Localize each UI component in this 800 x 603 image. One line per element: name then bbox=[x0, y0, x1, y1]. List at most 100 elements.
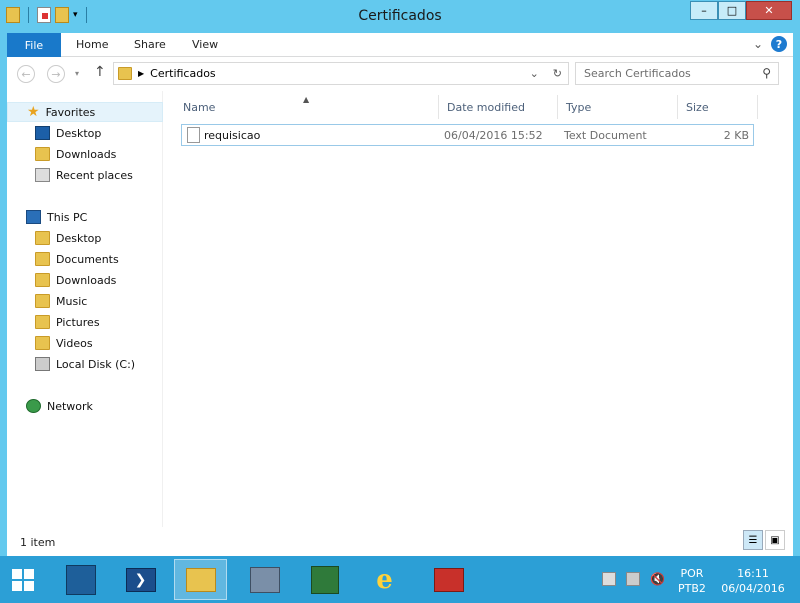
expand-ribbon-icon[interactable]: ⌄ bbox=[753, 37, 763, 51]
refresh-icon[interactable]: ↻ bbox=[553, 67, 562, 80]
sidebar-item-this-pc[interactable]: This PC bbox=[7, 207, 163, 227]
search-input[interactable]: Search Certificados ⚲ bbox=[575, 62, 779, 85]
sidebar-item-label: Favorites bbox=[45, 105, 96, 119]
tab-view[interactable]: View bbox=[192, 38, 218, 51]
search-placeholder: Search Certificados bbox=[584, 67, 691, 80]
sidebar-item-label: Documents bbox=[56, 252, 119, 266]
disk-drive-icon bbox=[35, 357, 50, 371]
large-icons-view-button[interactable]: ▣ bbox=[765, 530, 785, 550]
sidebar-item-desktop[interactable]: Desktop bbox=[7, 123, 163, 143]
desktop-folder-icon bbox=[35, 231, 50, 245]
file-date: 06/04/2016 15:52 bbox=[444, 129, 543, 142]
recent-locations-icon[interactable]: ▾ bbox=[75, 69, 79, 78]
start-button[interactable] bbox=[0, 559, 46, 600]
remote-desktop-button[interactable] bbox=[238, 559, 291, 600]
forward-arrow-icon: → bbox=[51, 67, 61, 81]
server-manager-button[interactable] bbox=[54, 559, 107, 600]
file-type: Text Document bbox=[564, 129, 647, 142]
file-row[interactable]: requisicao 06/04/2016 15:52 Text Documen… bbox=[181, 124, 754, 146]
taskbar: ❯ e 🔇 POR PTB2 16:11 06/04/2016 bbox=[0, 556, 800, 603]
tab-home[interactable]: Home bbox=[76, 38, 108, 51]
tab-share[interactable]: Share bbox=[134, 38, 166, 51]
tab-file[interactable]: File bbox=[7, 33, 61, 57]
sidebar-item-label: Local Disk (C:) bbox=[56, 357, 136, 371]
sidebar-item-documents[interactable]: Documents bbox=[7, 249, 163, 269]
column-date-modified[interactable]: Date modified bbox=[439, 95, 558, 119]
sidebar-item-label: Downloads bbox=[56, 273, 117, 287]
network-policy-icon bbox=[310, 565, 339, 594]
close-button[interactable]: ✕ bbox=[746, 1, 792, 20]
column-type[interactable]: Type bbox=[558, 95, 678, 119]
sidebar-item-label: Desktop bbox=[56, 126, 102, 140]
sidebar-item-label: Recent places bbox=[56, 168, 133, 182]
clock-date: 06/04/2016 bbox=[721, 582, 785, 595]
sidebar-item-favorites[interactable]: ★ Favorites bbox=[7, 102, 163, 122]
network-status-icon[interactable] bbox=[626, 572, 640, 586]
sidebar-item-label: Desktop bbox=[56, 231, 102, 245]
powershell-icon: ❯ bbox=[125, 567, 156, 592]
remote-desktop-icon bbox=[249, 566, 280, 593]
title-bar[interactable]: ▾ Certificados – □ ✕ bbox=[0, 0, 800, 33]
minimize-button[interactable]: – bbox=[690, 1, 718, 20]
breadcrumb-chevron-icon[interactable]: ▶ bbox=[138, 69, 144, 78]
sidebar-item-label: This PC bbox=[47, 210, 88, 224]
powershell-button[interactable]: ❯ bbox=[114, 559, 167, 600]
back-button[interactable]: ← bbox=[17, 65, 35, 83]
sidebar-item-music[interactable]: Music bbox=[7, 291, 163, 311]
back-arrow-icon: ← bbox=[21, 67, 31, 81]
item-count: 1 item bbox=[20, 536, 56, 549]
maximize-button[interactable]: □ bbox=[718, 1, 746, 20]
folder-icon bbox=[118, 67, 132, 80]
file-explorer-button[interactable] bbox=[174, 559, 227, 600]
sidebar-item-downloads[interactable]: Downloads bbox=[7, 144, 163, 164]
navigation-pane: ★ Favorites Desktop Downloads Recent pla… bbox=[7, 91, 163, 527]
computer-icon bbox=[26, 210, 41, 224]
ribbon-controls: ⌄ ? bbox=[753, 36, 787, 52]
search-icon[interactable]: ⚲ bbox=[762, 66, 771, 80]
sidebar-item-downloads[interactable]: Downloads bbox=[7, 270, 163, 290]
internet-explorer-button[interactable]: e bbox=[358, 559, 411, 600]
sidebar-item-pictures[interactable]: Pictures bbox=[7, 312, 163, 332]
column-name[interactable]: Name ▲ bbox=[175, 95, 439, 119]
file-explorer-icon bbox=[185, 567, 216, 592]
column-label: Size bbox=[686, 100, 709, 114]
sidebar-item-recent-places[interactable]: Recent places bbox=[7, 165, 163, 185]
volume-muted-icon[interactable]: 🔇 bbox=[650, 572, 665, 586]
downloads-folder-icon bbox=[35, 147, 50, 161]
clock-time: 16:11 bbox=[737, 567, 769, 580]
address-bar-row: ← → ▾ ↑ ▶ Certificados ⌄ ↻ Search Certif… bbox=[7, 57, 793, 91]
documents-folder-icon bbox=[35, 252, 50, 266]
sidebar-item-local-disk[interactable]: Local Disk (C:) bbox=[7, 354, 163, 374]
input-language[interactable]: POR PTB2 bbox=[678, 566, 706, 596]
column-size[interactable]: Size bbox=[678, 95, 758, 119]
forward-button[interactable]: → bbox=[47, 65, 65, 83]
clock[interactable]: 16:11 06/04/2016 bbox=[718, 566, 788, 596]
sidebar-item-network[interactable]: Network bbox=[7, 396, 163, 416]
large-icons-view-icon: ▣ bbox=[770, 534, 780, 546]
address-box[interactable]: ▶ Certificados ⌄ ↻ bbox=[113, 62, 569, 85]
sidebar-item-label: Downloads bbox=[56, 147, 117, 161]
window-title: Certificados bbox=[358, 8, 442, 24]
sidebar-item-desktop[interactable]: Desktop bbox=[7, 228, 163, 248]
pictures-folder-icon bbox=[35, 315, 50, 329]
sidebar-item-label: Music bbox=[56, 294, 88, 308]
breadcrumb[interactable]: Certificados bbox=[150, 67, 216, 80]
ribbon: File Home Share View ⌄ ? bbox=[7, 33, 793, 57]
internet-explorer-icon: e bbox=[376, 564, 393, 595]
address-controls: ⌄ ↻ bbox=[530, 67, 562, 80]
sidebar-item-videos[interactable]: Videos bbox=[7, 333, 163, 353]
file-name: requisicao bbox=[204, 129, 261, 142]
file-size: 2 KB bbox=[723, 129, 749, 142]
help-icon[interactable]: ? bbox=[771, 36, 787, 52]
address-dropdown-icon[interactable]: ⌄ bbox=[530, 67, 539, 80]
toolbox-button[interactable] bbox=[422, 559, 475, 600]
up-arrow-icon[interactable]: ↑ bbox=[94, 64, 106, 80]
recent-places-icon bbox=[35, 168, 50, 182]
details-view-button[interactable]: ☰ bbox=[743, 530, 763, 550]
network-policy-button[interactable] bbox=[298, 559, 351, 600]
action-center-icon[interactable] bbox=[602, 572, 616, 586]
column-label: Date modified bbox=[447, 100, 525, 114]
sidebar-item-label: Network bbox=[47, 399, 93, 413]
server-manager-icon bbox=[65, 564, 96, 595]
network-icon bbox=[26, 399, 41, 413]
